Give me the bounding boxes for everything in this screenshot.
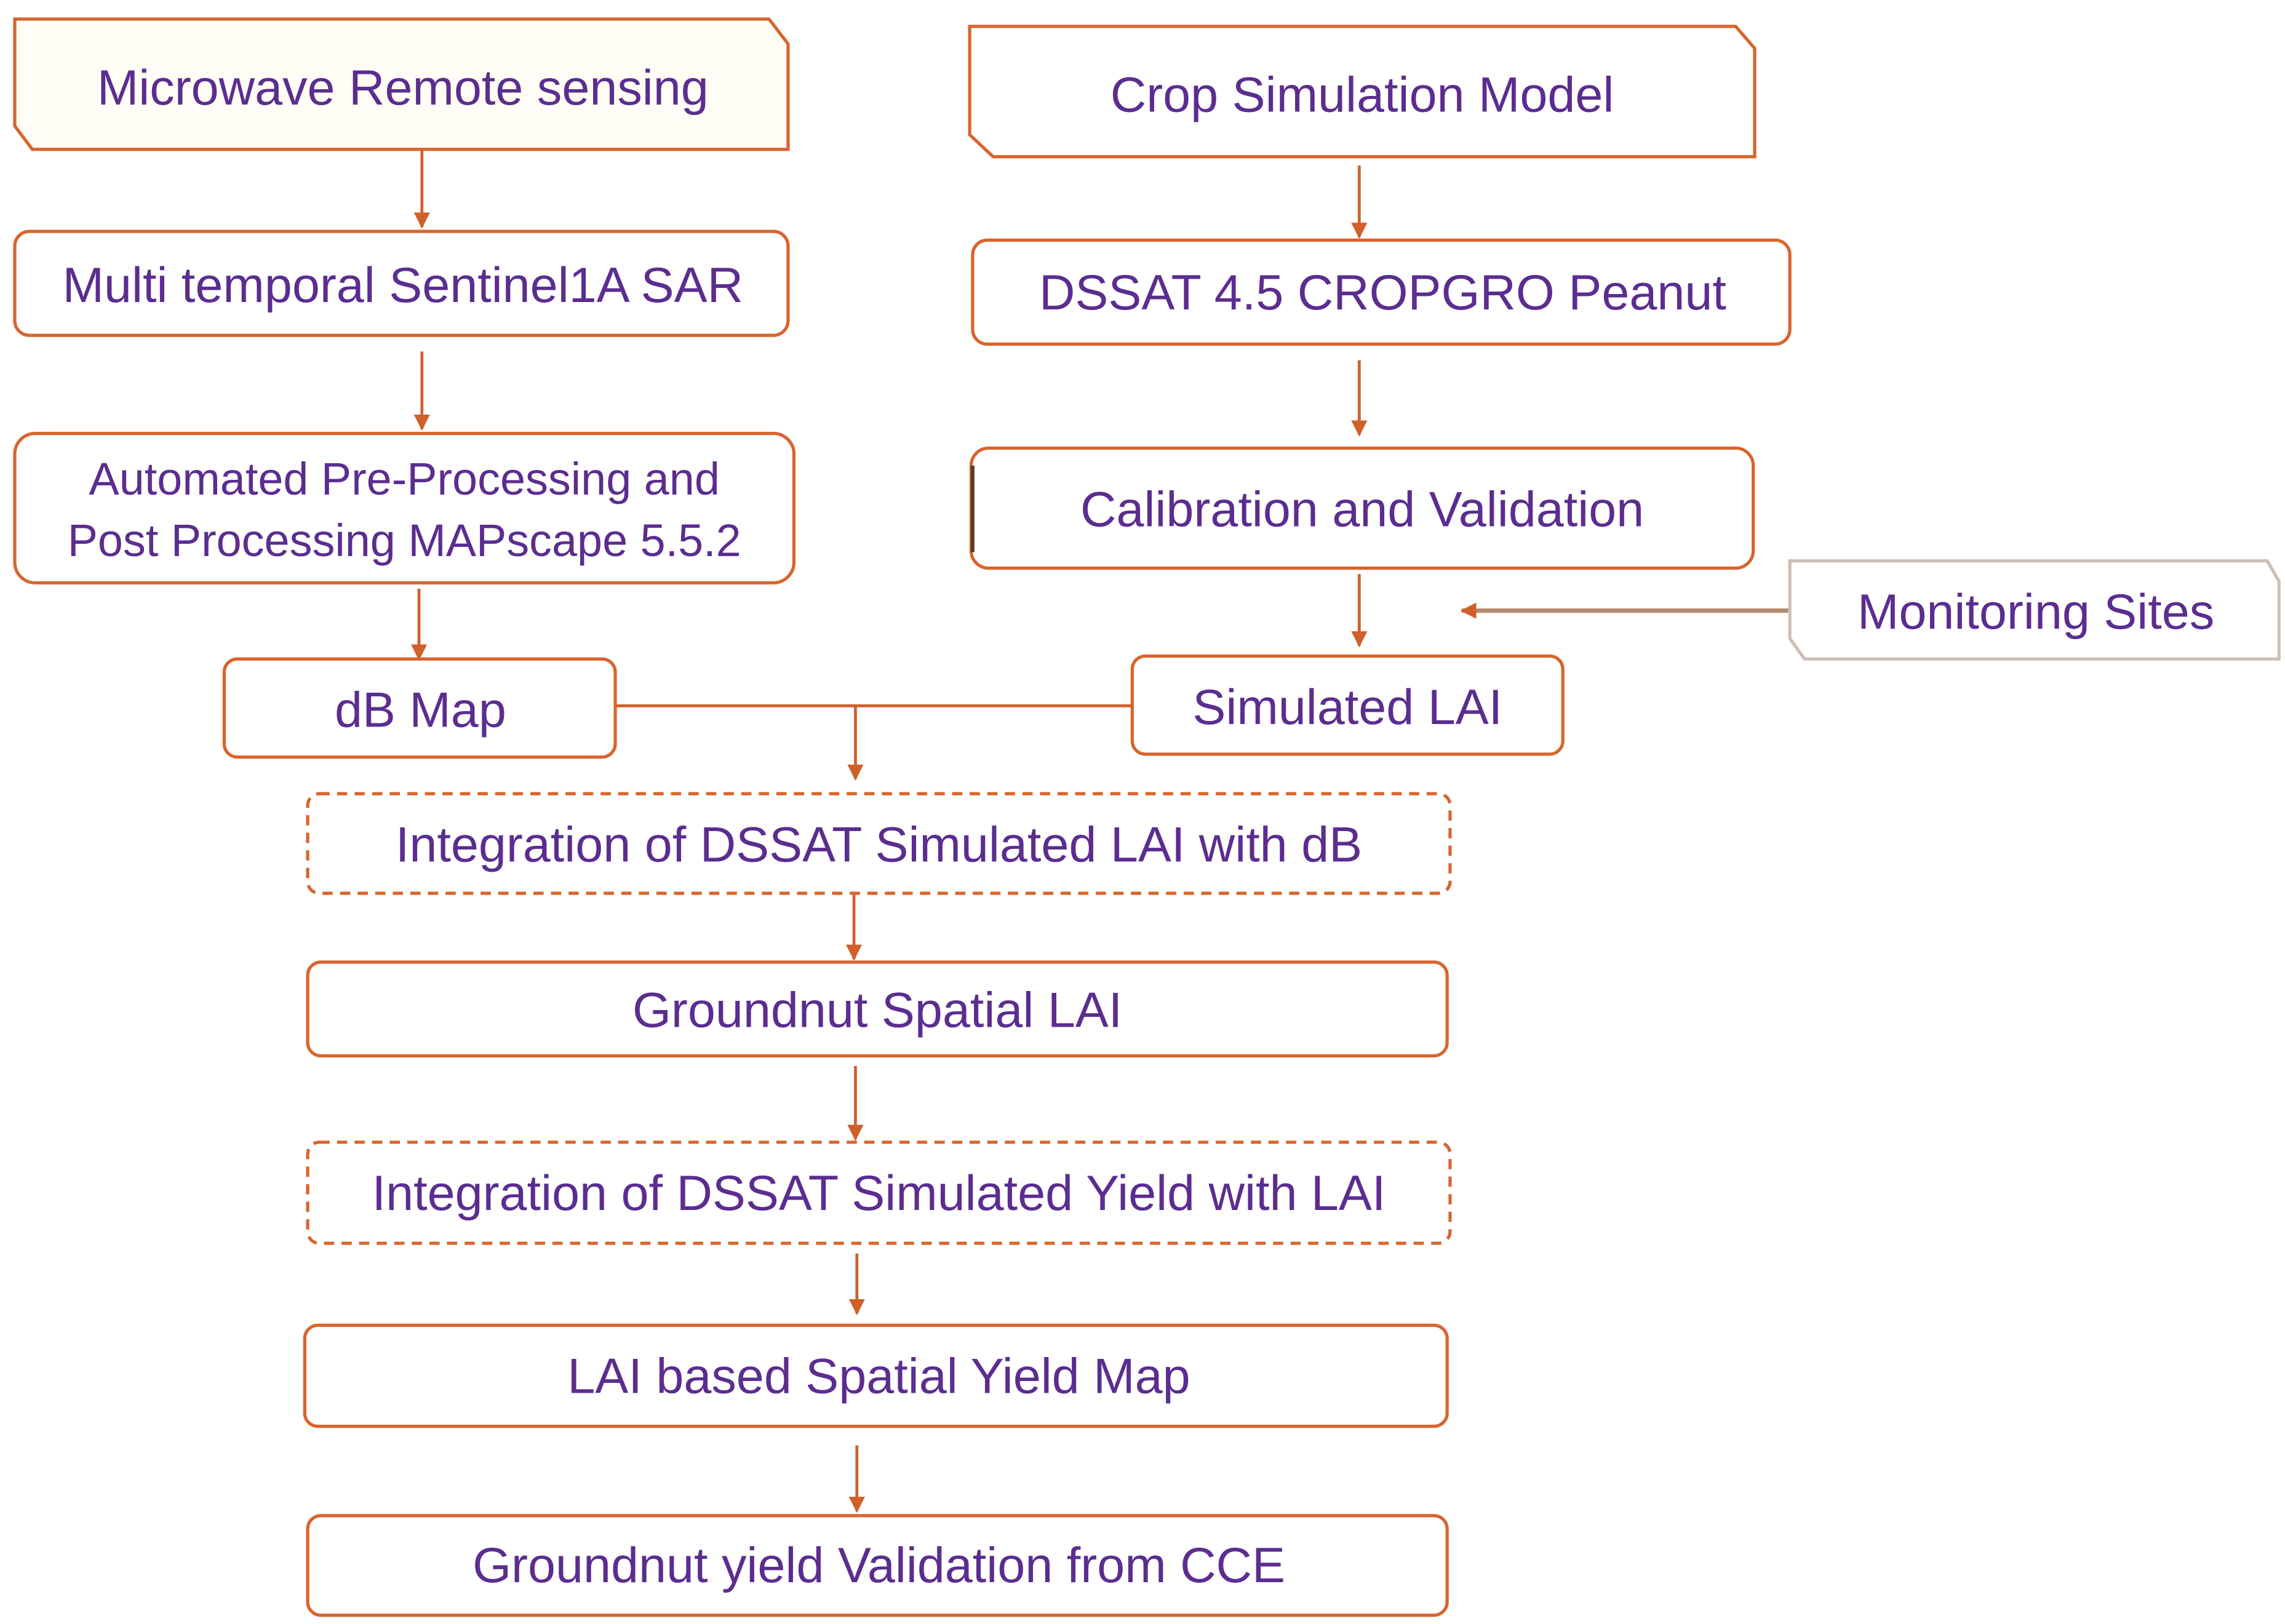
box-validation: Groundnut yield Validation from CCE	[306, 1514, 1449, 1617]
label-spatial-lai: Groundnut Spatial LAI	[632, 983, 1122, 1038]
box-monitoring-sites: Monitoring Sites	[1788, 559, 2281, 661]
label-sentinel: Multi temporal Sentinel1A SAR	[63, 258, 743, 313]
box-microwave: Microwave Remote sensing	[13, 17, 790, 151]
label-calibration: Calibration and Validation	[1080, 482, 1644, 537]
box-yield-map: LAI based Spatial Yield Map	[303, 1323, 1449, 1428]
box-sentinel: Multi temporal Sentinel1A SAR	[13, 229, 790, 337]
label-yield-map: LAI based Spatial Yield Map	[567, 1349, 1190, 1404]
label-simulated-lai: Simulated LAI	[1192, 680, 1502, 735]
box-spatial-lai: Groundnut Spatial LAI	[306, 960, 1449, 1057]
label-validation: Groundnut yield Validation from CCE	[473, 1538, 1285, 1593]
box-processing: Automated Pre-Processing and Post Proces…	[13, 432, 796, 585]
label-db-map: dB Map	[335, 683, 506, 738]
label-microwave: Microwave Remote sensing	[97, 60, 709, 116]
label-processing-line1: Automated Pre-Processing and	[89, 453, 720, 504]
box-integration-yield: Integration of DSSAT Simulated Yield wit…	[306, 1140, 1452, 1245]
box-db-map: dB Map	[222, 657, 617, 759]
label-integration-yield: Integration of DSSAT Simulated Yield wit…	[372, 1166, 1386, 1221]
label-dssat: DSSAT 4.5 CROPGRO Peanut	[1039, 265, 1726, 320]
flowchart: Microwave Remote sensing Multi temporal …	[13, 17, 2281, 1617]
box-integration-db: Integration of DSSAT Simulated LAI with …	[306, 792, 1452, 895]
box-dssat: DSSAT 4.5 CROPGRO Peanut	[971, 238, 1792, 346]
label-monitoring-sites: Monitoring Sites	[1857, 584, 2214, 640]
label-crop-model: Crop Simulation Model	[1111, 68, 1614, 123]
box-calibration: Calibration and Validation	[969, 446, 1755, 570]
box-simulated-lai: Simulated LAI	[1130, 654, 1565, 756]
label-integration-db: Integration of DSSAT Simulated LAI with …	[396, 818, 1362, 873]
box-crop-model: Crop Simulation Model	[968, 25, 1757, 159]
label-processing-line2: Post Processing MAPscape 5.5.2	[68, 515, 741, 566]
